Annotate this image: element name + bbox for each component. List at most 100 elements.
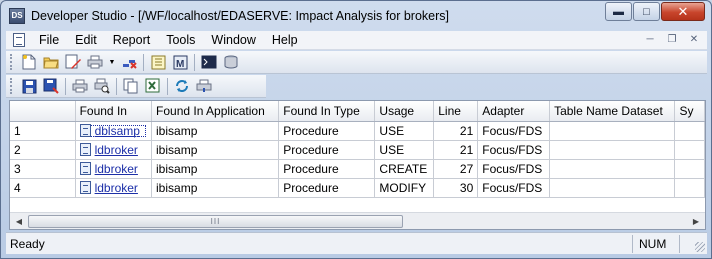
resize-grip[interactable] [695, 242, 705, 252]
procedure-file-icon [79, 143, 91, 156]
print-preview-button[interactable] [93, 77, 111, 95]
menu-edit[interactable]: Edit [67, 31, 105, 50]
open-button[interactable] [42, 53, 60, 71]
document-icon[interactable] [13, 33, 25, 47]
edit-button[interactable] [64, 53, 82, 71]
standard-toolbar: ▼ M [6, 51, 707, 74]
menu-tools[interactable]: Tools [158, 31, 203, 50]
export-icon [196, 79, 212, 92]
toolbar-grip[interactable] [10, 54, 14, 70]
maximize-button[interactable]: □ [633, 2, 660, 21]
chevron-down-icon: ▼ [108, 58, 116, 66]
close-icon: ✕ [689, 34, 699, 45]
table-name-cell [549, 121, 676, 141]
close-button[interactable]: ✕ [661, 2, 705, 21]
type-cell: Procedure [278, 178, 376, 198]
open-folder-icon [43, 57, 59, 69]
toolbar-separator [167, 77, 168, 95]
copy-button[interactable] [122, 77, 140, 95]
sy-cell [674, 121, 705, 141]
row-index[interactable]: 1 [10, 121, 76, 141]
print-report-button[interactable] [71, 77, 89, 95]
found-in-link[interactable]: ldbroker [95, 162, 138, 176]
refresh-icon [176, 80, 188, 92]
menu-window[interactable]: Window [203, 31, 263, 50]
new-button[interactable] [20, 53, 38, 71]
scroll-right-button[interactable]: ▶ [688, 214, 704, 229]
caption-buttons: ▬ □ ✕ [604, 2, 705, 21]
print-button[interactable] [86, 53, 104, 71]
menu-report[interactable]: Report [105, 31, 159, 50]
menu-help[interactable]: Help [264, 31, 306, 50]
scroll-left-button[interactable]: ◀ [11, 214, 27, 229]
procedure-file-icon [79, 124, 91, 137]
column-header-found-in-application[interactable]: Found In Application [151, 101, 280, 122]
metadata-icon: M [173, 55, 187, 70]
line-cell: 27 [433, 159, 479, 179]
found-in-link[interactable]: ldbroker [95, 143, 138, 157]
column-header-sy[interactable]: Sy [674, 101, 705, 122]
save-button[interactable] [20, 77, 38, 95]
table-row[interactable]: 2 ldbroker ibisamp Procedure USE 21 Focu… [10, 140, 705, 160]
found-in-cell[interactable]: ldbroker [75, 159, 153, 179]
horizontal-scrollbar[interactable]: ◀ III ▶ [10, 212, 705, 229]
toolbar-grip[interactable] [10, 78, 14, 94]
minimize-button[interactable]: ▬ [605, 2, 632, 21]
type-cell: Procedure [278, 140, 376, 160]
console-button[interactable] [200, 53, 218, 71]
status-text: Ready [10, 237, 45, 251]
found-in-link[interactable]: ldbroker [95, 181, 138, 195]
disconnect-button[interactable] [120, 53, 138, 71]
mdi-minimize-button[interactable]: ─ [641, 32, 659, 47]
app-icon[interactable]: DS [9, 8, 25, 24]
line-cell: 30 [433, 178, 479, 198]
scrollbar-thumb[interactable]: III [28, 215, 403, 228]
row-index[interactable]: 2 [10, 140, 76, 160]
column-header-table-name-dataset[interactable]: Table Name Dataset [549, 101, 676, 122]
app-cell: ibisamp [151, 121, 280, 141]
table-row[interactable]: 4 ldbroker ibisamp Procedure MODIFY 30 F… [10, 178, 705, 198]
row-index[interactable]: 4 [10, 178, 76, 198]
usage-cell: USE [374, 121, 435, 141]
found-in-cell[interactable]: dblsamp [75, 121, 153, 141]
menu-file[interactable]: File [31, 31, 67, 50]
title-bar[interactable]: DS Developer Studio - [/WF/localhost/EDA… [1, 1, 711, 31]
impact-analysis-grid[interactable]: Found In Found In Application Found In T… [9, 100, 706, 230]
table-row[interactable]: 1 dblsamp ibisamp Procedure USE 21 Focus… [10, 121, 705, 141]
row-index[interactable]: 3 [10, 159, 76, 179]
found-in-cell[interactable]: ldbroker [75, 178, 153, 198]
toolbar-separator [143, 53, 144, 71]
print-dropdown[interactable]: ▼ [108, 53, 116, 71]
usage-cell: CREATE [374, 159, 435, 179]
column-header-index[interactable] [10, 101, 76, 122]
database-button[interactable] [222, 53, 240, 71]
found-in-cell[interactable]: ldbroker [75, 140, 153, 160]
column-header-usage[interactable]: Usage [374, 101, 435, 122]
table-row[interactable]: 3 ldbroker ibisamp Procedure CREATE 27 F… [10, 159, 705, 179]
num-lock-indicator: NUM [639, 237, 667, 251]
mdi-restore-button[interactable]: ❐ [663, 32, 681, 47]
mdi-close-button[interactable]: ✕ [685, 32, 703, 47]
column-header-found-in-type[interactable]: Found In Type [278, 101, 376, 122]
report-toolbar [6, 75, 266, 98]
console-icon [201, 55, 217, 69]
database-icon [224, 55, 238, 69]
disconnect-icon [123, 60, 137, 69]
save-as-button[interactable] [42, 77, 60, 95]
toolbar-separator [65, 77, 66, 95]
excel-button[interactable] [144, 77, 162, 95]
app-cell: ibisamp [151, 140, 280, 160]
column-header-adapter[interactable]: Adapter [477, 101, 551, 122]
metadata-button[interactable]: M [171, 53, 189, 71]
refresh-button[interactable] [173, 77, 191, 95]
sy-cell [674, 140, 705, 160]
column-header-line[interactable]: Line [433, 101, 479, 122]
table-name-cell [549, 159, 676, 179]
adapter-cell: Focus/FDS [477, 121, 551, 141]
found-in-link[interactable]: dblsamp [95, 124, 140, 138]
column-header-found-in[interactable]: Found In [75, 101, 153, 122]
properties-button[interactable] [149, 53, 167, 71]
status-divider [679, 235, 680, 253]
line-cell: 21 [433, 121, 479, 141]
export-button[interactable] [195, 77, 213, 95]
